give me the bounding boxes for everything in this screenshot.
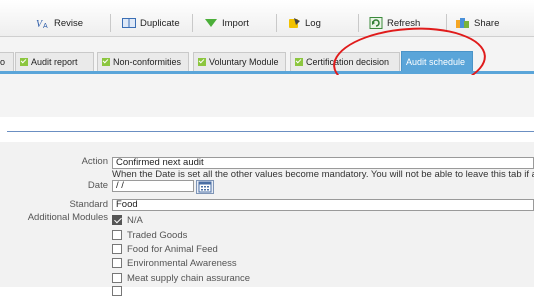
tab-content-header xyxy=(0,75,534,117)
date-field[interactable]: / / xyxy=(112,180,194,192)
module-option-na[interactable]: N/A xyxy=(112,214,143,226)
standard-field[interactable]: Food xyxy=(112,199,534,211)
checkbox-icon[interactable] xyxy=(112,286,122,296)
module-label: Environmental Awareness xyxy=(127,257,237,269)
action-field[interactable]: Confirmed next audit xyxy=(112,157,534,169)
checkbox-checked-icon[interactable] xyxy=(112,215,122,225)
log-button[interactable]: Log xyxy=(287,13,321,33)
share-icon xyxy=(456,18,469,28)
module-option-food-for-animal-feed[interactable]: Food for Animal Feed xyxy=(112,243,218,255)
tab-voluntary-module[interactable]: Voluntary Module xyxy=(193,52,286,71)
check-icon xyxy=(295,58,303,66)
revise-label: Revise xyxy=(54,17,84,29)
duplicate-label: Duplicate xyxy=(140,17,180,29)
toolbar-divider xyxy=(358,14,359,32)
tab-partial[interactable]: o xyxy=(0,52,14,71)
refresh-icon xyxy=(369,17,383,29)
tab-label: Non-conformities xyxy=(113,57,182,67)
toolbar-divider xyxy=(110,14,111,32)
module-label: Traded Goods xyxy=(127,229,188,241)
svg-text:A: A xyxy=(43,23,48,29)
checkbox-icon[interactable] xyxy=(112,244,122,254)
additional-modules-label: Additional Modules xyxy=(27,212,108,223)
log-icon xyxy=(289,18,300,28)
toolbar-divider xyxy=(276,14,277,32)
check-icon xyxy=(198,58,206,66)
revise-button[interactable]: VA Revise xyxy=(36,13,83,33)
checkbox-icon[interactable] xyxy=(112,258,122,268)
checkbox-icon[interactable] xyxy=(112,273,122,283)
check-icon xyxy=(20,58,28,66)
duplicate-icon xyxy=(122,18,136,28)
tab-label: Audit report xyxy=(31,57,78,67)
tab-label: o xyxy=(0,57,6,67)
revise-icon: VA xyxy=(36,19,48,29)
checkbox-icon[interactable] xyxy=(112,230,122,240)
section-divider xyxy=(7,131,534,132)
toolbar-divider xyxy=(192,14,193,32)
log-label: Log xyxy=(305,17,321,29)
action-label: Action xyxy=(81,156,108,167)
calendar-button[interactable] xyxy=(196,180,214,194)
date-label: Date xyxy=(87,180,108,191)
tab-audit-report[interactable]: Audit report xyxy=(15,52,94,71)
tab-label: Voluntary Module xyxy=(209,57,279,67)
duplicate-button[interactable]: Duplicate xyxy=(122,13,180,33)
module-label: Food for Animal Feed xyxy=(127,243,218,255)
import-button[interactable]: Import xyxy=(204,13,249,33)
module-option-traded-goods[interactable]: Traded Goods xyxy=(112,229,187,241)
share-button[interactable]: Share xyxy=(456,13,499,33)
calendar-icon xyxy=(198,181,212,193)
standard-label: Standard xyxy=(69,199,108,210)
check-icon xyxy=(102,58,110,66)
module-option-meat-supply-chain[interactable]: Meat supply chain assurance xyxy=(112,272,250,284)
module-option-environmental-awareness[interactable]: Environmental Awareness xyxy=(112,257,237,269)
module-label: N/A xyxy=(127,214,143,226)
tab-non-conformities[interactable]: Non-conformities xyxy=(97,52,189,71)
import-label: Import xyxy=(222,17,249,29)
module-label: Meat supply chain assurance xyxy=(127,272,251,284)
date-hint: When the Date is set all the other value… xyxy=(112,169,534,180)
share-label: Share xyxy=(474,17,500,29)
import-icon xyxy=(205,19,217,27)
